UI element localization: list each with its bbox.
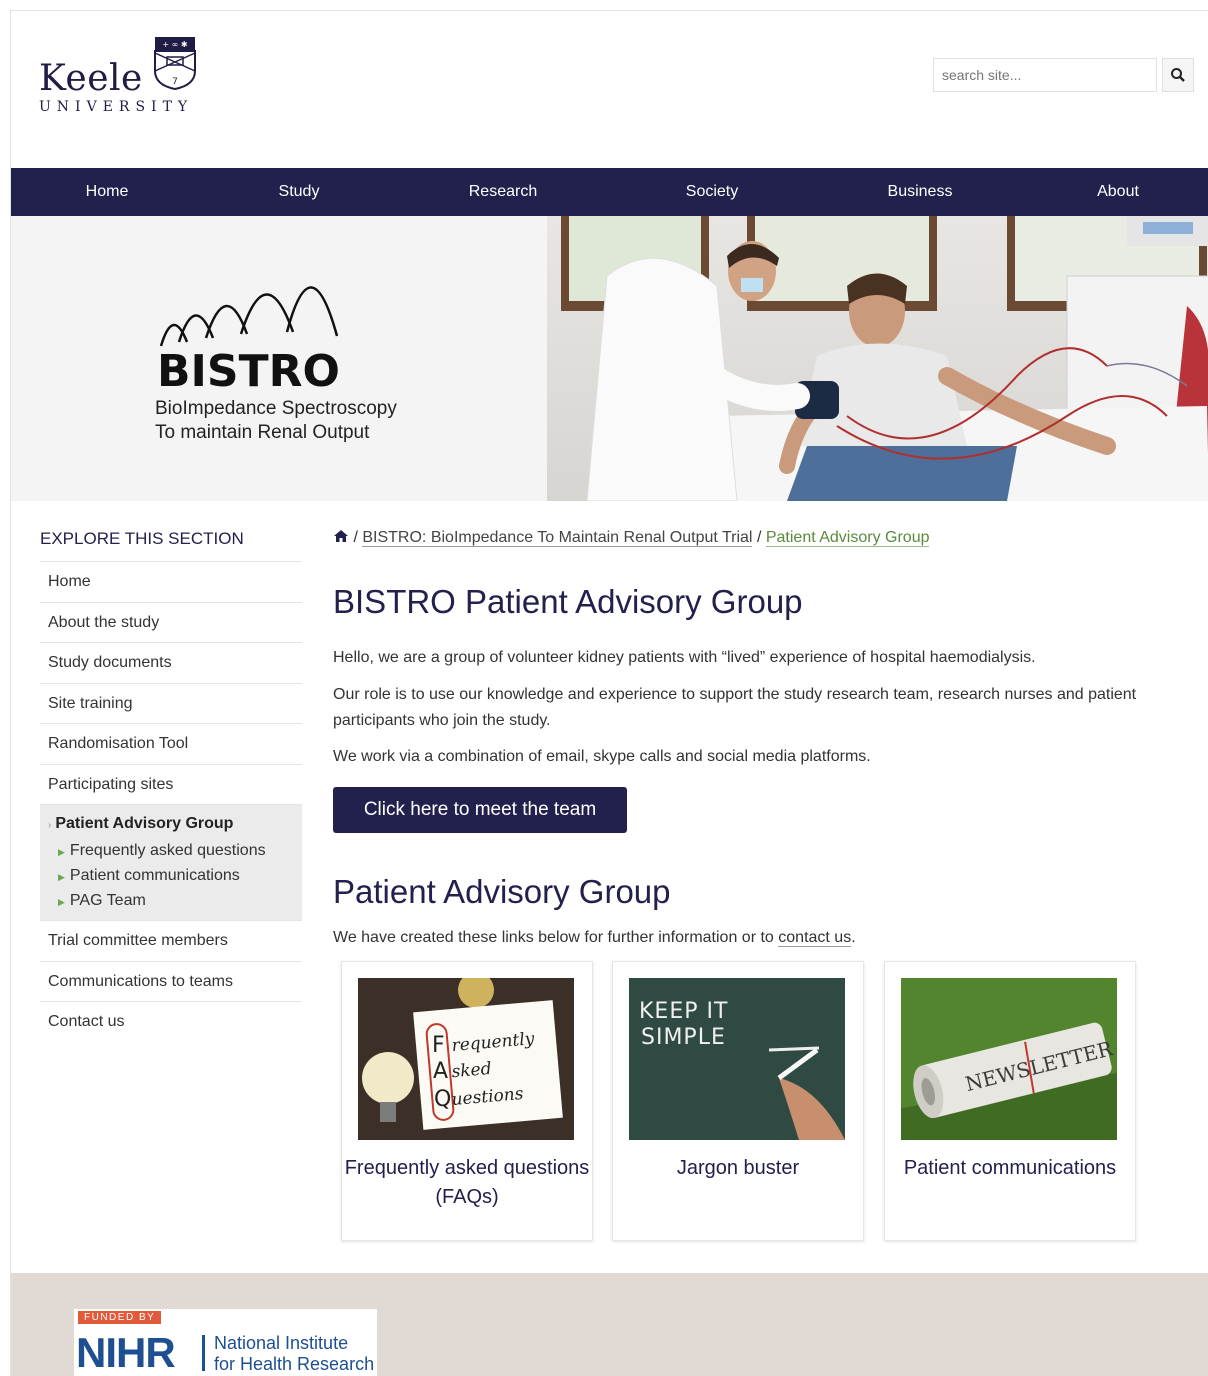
sidebar-item-about-the-study[interactable]: About the study [40,601,302,643]
sidebar-active-link[interactable]: › Patient Advisory Group [48,811,294,839]
svg-text:SIMPLE: SIMPLE [641,1025,726,1050]
sidebar-item-randomisation-tool[interactable]: Randomisation Tool [40,723,302,764]
sidebar-item-communications-to-teams[interactable]: Communications to teams [40,960,302,1002]
sidebar-item-participating-sites[interactable]: Participating sites [40,763,302,805]
svg-text:7: 7 [172,77,178,87]
funded-by-label: FUNDED BY [78,1311,162,1324]
contact-us-link[interactable]: contact us [778,929,852,947]
main-nav: Home Study Research Society Business Abo… [11,168,1208,216]
card-jargon-buster[interactable]: KEEP IT SIMPLE Jargon buster [612,961,864,1241]
breadcrumb-parent-link[interactable]: BISTRO: BioImpedance To Maintain Renal O… [362,529,753,547]
search-icon [1171,68,1185,82]
nihr-logo[interactable]: FUNDED BY NIHR National Institute for He… [74,1309,377,1376]
bistro-logo-text: BISTRO [157,346,340,397]
sidebar-nav: Home About the study Study documents Sit… [40,561,302,1042]
nav-business[interactable]: Business [813,168,1027,216]
chalkboard-image: KEEP IT SIMPLE [629,978,845,1140]
triangle-right-icon: ▶ [58,847,65,857]
nihr-name-line1: National Institute [214,1333,349,1353]
sidebar-subitem-pag-team[interactable]: ▶ PAG Team [48,889,294,914]
nav-research[interactable]: Research [395,168,611,216]
card-label: Patient communications [903,1157,1117,1179]
links-intro: We have created these links below for fu… [333,929,856,947]
sidebar-item-study-documents[interactable]: Study documents [40,642,302,683]
card-label: Jargon buster [676,1157,800,1179]
logo-subtext: UNIVERSITY [39,99,194,115]
sidebar-item-site-training[interactable]: Site training [40,682,302,724]
sidebar-item-home[interactable]: Home [40,561,302,602]
card-patient-communications[interactable]: NEWSLETTER Patient communications [884,961,1136,1241]
footer: FUNDED BY NIHR National Institute for He… [11,1273,1208,1376]
sidebar-item-contact-us[interactable]: Contact us [40,1001,302,1042]
svg-text:F: F [432,1033,445,1058]
breadcrumb-separator: / [353,529,358,546]
shield-icon: + ∞ ✱ 7 [154,37,196,91]
section-title: Patient Advisory Group [333,873,671,910]
links-intro-suffix: . [851,929,856,946]
nihr-name-line2: for Health Research [214,1354,375,1374]
card-faq[interactable]: F requently A sked Q uestions Frequently… [341,961,593,1241]
bistro-logo: BISTRO [157,286,340,397]
sidebar-active-label: Patient Advisory Group [55,815,234,832]
logo-wordmark: Keele [39,58,143,99]
nav-home[interactable]: Home [11,168,203,216]
nihr-divider [202,1335,205,1371]
nihr-wordmark: NIHR [76,1329,176,1376]
dialysis-photo [547,216,1208,501]
nav-society[interactable]: Society [611,168,813,216]
triangle-right-icon: ▶ [58,897,65,907]
sidebar-subitem-label: Frequently asked questions [69,842,266,859]
chevron-right-icon: › [48,820,52,831]
intro-paragraph-3: We work via a combination of email, skyp… [333,748,871,765]
breadcrumb-current[interactable]: Patient Advisory Group [765,529,930,547]
svg-text:A: A [433,1059,448,1084]
hero-subtitle-line1: BioImpedance Spectroscopy [155,398,397,419]
sidebar-subitem-patient-communications[interactable]: ▶ Patient communications [48,864,294,889]
hero-subtitle-line2: To maintain Renal Output [155,422,370,443]
links-intro-text: We have created these links below for fu… [333,929,779,946]
page-title: BISTRO Patient Advisory Group [333,583,803,620]
nav-about[interactable]: About [1027,168,1208,216]
search-button[interactable] [1162,58,1194,92]
svg-text:sked: sked [451,1059,493,1082]
svg-text:KEEP IT: KEEP IT [639,999,728,1024]
home-icon[interactable] [333,529,349,543]
nav-study[interactable]: Study [203,168,395,216]
sidebar-item-patient-advisory-group: › Patient Advisory Group ▶ Frequently aske… [40,804,302,920]
faq-image: F requently A sked Q uestions [358,978,574,1140]
page: Keele + ∞ ✱ 7 UNIVERSITY Home Study Rese… [10,10,1208,1376]
newsletter-image: NEWSLETTER [901,978,1117,1140]
svg-text:+ ∞ ✱: + ∞ ✱ [162,40,187,49]
sidebar-subitem-label: Patient communications [69,867,240,884]
triangle-right-icon: ▶ [58,872,65,882]
sidebar-subitem-label: PAG Team [69,892,146,909]
card-label: Frequently asked questions (FAQs) [344,1157,590,1208]
search-input[interactable] [933,58,1157,92]
meet-the-team-button[interactable]: Click here to meet the team [333,787,627,833]
intro-paragraph-1: Hello, we are a group of volunteer kidne… [333,649,1036,666]
sidebar-subitem-faq[interactable]: ▶ Frequently asked questions [48,839,294,864]
breadcrumb: / BISTRO: BioImpedance To Maintain Renal… [333,529,930,547]
sidebar-item-trial-committee-members[interactable]: Trial committee members [40,920,302,961]
hero-banner: BISTRO BioImpedance Spectroscopy To main… [11,216,1208,501]
breadcrumb-separator: / [756,529,762,546]
sidebar-title: EXPLORE THIS SECTION [40,529,244,548]
keele-logo[interactable]: Keele + ∞ ✱ 7 UNIVERSITY [39,33,209,123]
intro-paragraph-2: Our role is to use our knowledge and exp… [333,686,1137,729]
svg-text:Q: Q [434,1087,451,1112]
